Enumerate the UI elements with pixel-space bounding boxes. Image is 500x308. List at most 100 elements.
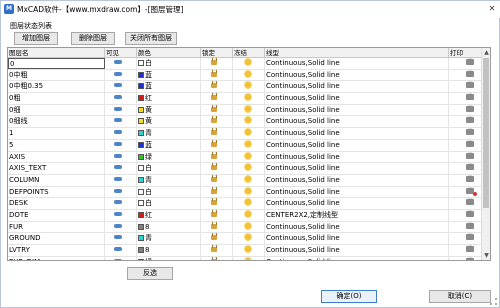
lock-icon[interactable] xyxy=(211,221,217,229)
color-cell[interactable]: 蓝 xyxy=(137,81,201,93)
sun-icon[interactable] xyxy=(245,140,251,147)
lock-icon[interactable] xyxy=(211,186,217,194)
visible-cell[interactable] xyxy=(105,81,137,93)
freeze-cell[interactable] xyxy=(233,93,265,105)
print-cell[interactable] xyxy=(449,116,482,127)
lock-icon[interactable] xyxy=(211,174,217,182)
sun-icon[interactable] xyxy=(245,105,251,112)
visible-cell[interactable] xyxy=(105,245,137,256)
table-row[interactable]: 0细线 黄 Continuous,Solid line xyxy=(8,116,482,129)
color-cell[interactable]: 蓝 xyxy=(137,69,201,81)
lock-icon[interactable] xyxy=(211,151,217,159)
color-cell[interactable]: 红 xyxy=(137,93,201,105)
printer-icon[interactable] xyxy=(466,58,474,65)
visible-cell[interactable] xyxy=(105,104,137,116)
print-cell[interactable] xyxy=(449,233,482,244)
printer-icon[interactable] xyxy=(466,139,474,147)
color-cell[interactable]: 白 xyxy=(137,186,201,198)
cancel-button[interactable]: 取消(C) xyxy=(429,290,491,303)
sun-icon[interactable] xyxy=(245,257,251,260)
linetype-cell[interactable]: Continuous,Solid line xyxy=(265,128,449,140)
lock-cell[interactable] xyxy=(201,163,233,175)
color-cell[interactable]: 白 xyxy=(137,163,201,175)
table-row[interactable]: 5 蓝 Continuous,Solid line xyxy=(8,139,482,152)
table-row[interactable]: AXIS 绿 Continuous,Solid line xyxy=(8,151,482,164)
lock-icon[interactable] xyxy=(211,116,217,124)
layer-name-cell[interactable]: PUB_DIM xyxy=(8,256,105,260)
eye-icon[interactable] xyxy=(114,235,122,240)
color-cell[interactable]: 8 xyxy=(137,245,201,256)
eye-icon[interactable] xyxy=(114,176,122,181)
printer-icon[interactable] xyxy=(466,93,474,101)
sun-icon[interactable] xyxy=(245,94,251,101)
sun-icon[interactable] xyxy=(245,70,251,77)
printer-icon[interactable] xyxy=(466,233,474,241)
lock-icon[interactable] xyxy=(211,58,217,65)
color-cell[interactable]: 黄 xyxy=(137,104,201,116)
print-cell[interactable] xyxy=(449,128,482,139)
table-row[interactable]: 0细 黄 Continuous,Solid line xyxy=(8,104,482,117)
layer-name-cell[interactable]: 0中粗 xyxy=(8,69,105,81)
lock-cell[interactable] xyxy=(201,104,233,116)
linetype-cell[interactable]: Continuous,Solid line xyxy=(265,245,449,256)
freeze-cell[interactable] xyxy=(233,151,265,163)
freeze-cell[interactable] xyxy=(233,233,265,245)
visible-cell[interactable] xyxy=(105,93,137,105)
visible-cell[interactable] xyxy=(105,233,137,245)
lock-cell[interactable] xyxy=(201,198,233,210)
eye-icon[interactable] xyxy=(114,211,122,216)
delete-layer-button[interactable]: 删除图层 xyxy=(71,32,115,45)
linetype-cell[interactable]: Continuous,Solid line xyxy=(265,139,449,151)
close-icon[interactable]: ✕ xyxy=(485,3,499,15)
lock-cell[interactable] xyxy=(201,128,233,140)
eye-icon[interactable] xyxy=(114,71,122,76)
lock-cell[interactable] xyxy=(201,256,233,260)
visible-cell[interactable] xyxy=(105,139,137,151)
linetype-cell[interactable]: Continuous,Solid line xyxy=(265,58,449,69)
lock-cell[interactable] xyxy=(201,151,233,163)
printer-icon[interactable] xyxy=(466,174,474,182)
table-row[interactable]: 0中粗0.35 蓝 Continuous,Solid line xyxy=(8,81,482,94)
print-cell[interactable] xyxy=(449,139,482,151)
linetype-cell[interactable]: Continuous,Solid line xyxy=(265,151,449,163)
print-cell[interactable] xyxy=(449,81,482,92)
eye-icon[interactable] xyxy=(114,153,122,158)
layer-name-cell[interactable]: LVTRY xyxy=(8,245,105,256)
sun-icon[interactable] xyxy=(245,210,251,217)
freeze-cell[interactable] xyxy=(233,128,265,140)
layer-name-cell[interactable]: 0粗 xyxy=(8,93,105,105)
print-cell[interactable] xyxy=(449,256,482,260)
visible-cell[interactable] xyxy=(105,58,137,69)
sun-icon[interactable] xyxy=(245,234,251,241)
invert-selection-button[interactable]: 反选 xyxy=(127,267,173,280)
sun-icon[interactable] xyxy=(245,175,251,182)
lock-cell[interactable] xyxy=(201,116,233,128)
lock-icon[interactable] xyxy=(211,81,217,89)
freeze-cell[interactable] xyxy=(233,221,265,233)
table-row[interactable]: LVTRY 8 Continuous,Solid line xyxy=(8,245,482,257)
print-cell[interactable] xyxy=(449,151,482,163)
lock-icon[interactable] xyxy=(211,198,217,206)
printer-icon[interactable] xyxy=(466,256,474,260)
freeze-cell[interactable] xyxy=(233,163,265,175)
freeze-cell[interactable] xyxy=(233,209,265,221)
print-cell[interactable] xyxy=(449,221,482,233)
eye-icon[interactable] xyxy=(114,141,122,146)
linetype-cell[interactable]: Continuous,Solid line xyxy=(265,256,449,260)
lock-cell[interactable] xyxy=(201,209,233,221)
color-cell[interactable]: 青 xyxy=(137,174,201,186)
layer-name-cell[interactable]: COLUMN xyxy=(8,174,105,186)
scroll-up-icon[interactable]: ▲ xyxy=(482,48,490,57)
sun-icon[interactable] xyxy=(245,222,251,229)
lock-cell[interactable] xyxy=(201,81,233,93)
linetype-cell[interactable]: Continuous,Solid line xyxy=(265,233,449,245)
close-all-layers-button[interactable]: 关闭所有图层 xyxy=(125,32,177,45)
lock-cell[interactable] xyxy=(201,186,233,198)
printer-icon[interactable] xyxy=(466,198,474,206)
lock-icon[interactable] xyxy=(211,139,217,147)
linetype-cell[interactable]: Continuous,Solid line xyxy=(265,69,449,81)
freeze-cell[interactable] xyxy=(233,116,265,128)
column-header-visible[interactable]: 可见 xyxy=(105,48,137,58)
eye-icon[interactable] xyxy=(114,188,122,193)
column-header-lock[interactable]: 锁定 xyxy=(201,48,233,58)
